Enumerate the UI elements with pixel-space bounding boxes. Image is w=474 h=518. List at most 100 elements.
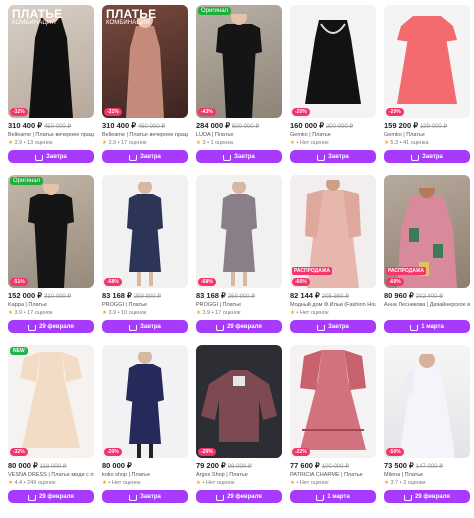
discount-badge: -60% (292, 278, 310, 286)
add-to-cart-button[interactable]: 29 февраля (384, 490, 470, 503)
add-to-cart-button[interactable]: 1 марта (384, 320, 470, 333)
product-image[interactable]: РАСПРОДАЖА -60% (290, 175, 376, 288)
cart-icon (216, 324, 225, 331)
sale-badge: РАСПРОДАЖА (292, 267, 332, 275)
add-to-cart-button[interactable]: Завтра (8, 150, 94, 163)
add-to-cart-button[interactable]: 29 февраля (8, 320, 94, 333)
price: 310 400 ₽450 000 ₽ (8, 121, 72, 130)
add-to-cart-button[interactable]: 29 февраля (8, 490, 94, 503)
product-card[interactable]: -20% 160 000 ₽200 000 ₽ Gemko | Платье ★… (290, 5, 376, 163)
original-badge: Оригинал (198, 7, 232, 15)
product-title[interactable]: Argos Shop | Платье (196, 472, 282, 478)
product-image[interactable]: -20% (290, 5, 376, 118)
add-to-cart-button[interactable]: Завтра (196, 150, 282, 163)
cart-icon (129, 494, 138, 501)
star-icon: ★ (102, 140, 107, 146)
rating: ★ • Нет оценок (290, 310, 329, 316)
product-card[interactable]: -50% 73 500 ₽147 000 ₽ Milena | Платье ★… (384, 345, 470, 503)
rating: ★ 3.7 • 3 оценки (384, 480, 426, 486)
product-card[interactable]: -20% 159 200 ₽199 000 ₽ Gemko | Платье ★… (384, 5, 470, 163)
product-row: Оригинал -51% 152 000 ₽310 000 ₽ Kappa |… (8, 175, 470, 333)
add-to-cart-button[interactable]: 1 марта (290, 490, 376, 503)
add-to-cart-button[interactable]: Завтра (102, 320, 188, 333)
product-card[interactable]: РАСПРОДАЖА -60% 82 144 ₽205 360 ₽ Модный… (290, 175, 376, 333)
product-image[interactable]: NEW -32% (8, 345, 94, 458)
product-card[interactable]: -22% 77 600 ₽100 000 ₽ PATRICIA CHARME |… (290, 345, 376, 503)
product-card[interactable]: NEW -32% 80 000 ₽118 000 ₽ VESNA DRESS |… (8, 345, 94, 503)
add-to-cart-button[interactable]: Завтра (102, 150, 188, 163)
add-to-cart-button[interactable]: Завтра (102, 490, 188, 503)
product-card[interactable]: РАСПРОДАЖА -60% 80 960 ₽202 400 ₽ Анна Л… (384, 175, 470, 333)
product-title[interactable]: Gemko | Платье (384, 132, 470, 138)
rating (384, 310, 470, 317)
price: 80 960 ₽202 400 ₽ (384, 291, 443, 300)
product-card[interactable]: ПЛАТЬЕ КОМБИНАЦИЯ -31% 310 400 ₽450 000 ₽… (102, 5, 188, 163)
product-title[interactable]: VESNA DRESS | Платье миди с открыт... (8, 472, 94, 478)
product-image[interactable]: -20% (102, 345, 188, 458)
product-title[interactable]: Kappa | Платье (8, 302, 94, 308)
cart-icon (35, 154, 44, 161)
rating: ★ • Нет оценок (102, 480, 141, 486)
product-card[interactable]: ПЛАТЬЕ КОМБИНАЦИЯ -32% 310 400 ₽450 000 ₽… (8, 5, 94, 163)
product-title[interactable]: koko shop | Платье (102, 472, 188, 478)
product-image[interactable]: -22% (290, 345, 376, 458)
product-title[interactable]: LUDA | Платье (196, 132, 282, 138)
product-image[interactable]: ПЛАТЬЕ КОМБИНАЦИЯ -31% (102, 5, 188, 118)
product-card[interactable]: -20% 80 000 ₽ koko shop | Платье ★ • Нет… (102, 345, 188, 503)
rating: ★ • Нет оценок (196, 480, 235, 486)
product-image[interactable]: ПЛАТЬЕ КОМБИНАЦИЯ -32% (8, 5, 94, 118)
add-to-cart-button[interactable]: Завтра (384, 150, 470, 163)
cart-icon (223, 154, 232, 161)
product-image[interactable]: -20% (384, 5, 470, 118)
cart-icon (28, 324, 37, 331)
product-title[interactable]: Gemko | Платье (290, 132, 376, 138)
add-to-cart-button[interactable]: 29 февраля (196, 490, 282, 503)
discount-badge: -32% (10, 108, 28, 116)
price: 83 168 ₽259 900 ₽ (196, 291, 255, 300)
product-card[interactable]: -68% 83 168 ₽259 900 ₽ PROGGI | Платье ★… (196, 175, 282, 333)
product-title[interactable]: PATRICIA CHARME | Платье (290, 472, 376, 478)
product-image[interactable]: РАСПРОДАЖА -60% (384, 175, 470, 288)
price: 160 000 ₽200 000 ₽ (290, 121, 354, 130)
new-badge: NEW (10, 347, 28, 355)
product-title[interactable]: Модный дом Ф.Ильи (Fashion House ty... (290, 302, 376, 308)
discount-badge: -20% (104, 448, 122, 456)
product-title[interactable]: Belleame | Платье вечернее праздничн... (102, 132, 188, 138)
add-to-cart-button[interactable]: Завтра (290, 320, 376, 333)
product-image[interactable]: Оригинал -43% (196, 5, 282, 118)
product-title[interactable]: Анна Лесникова | Дизайнерское вечерн... (384, 302, 470, 308)
star-icon: ★ (196, 480, 201, 486)
discount-badge: -22% (292, 448, 310, 456)
product-title[interactable]: PROGGI | Платье (196, 302, 282, 308)
product-image[interactable]: -20% (196, 345, 282, 458)
discount-badge: -20% (292, 108, 310, 116)
rating: ★ 3.9 • 17 оценок (8, 310, 53, 316)
product-title[interactable]: Milena | Платье (384, 472, 470, 478)
product-grid: ПЛАТЬЕ КОМБИНАЦИЯ -32% 310 400 ₽450 000 ₽… (8, 5, 470, 515)
cart-icon (404, 494, 413, 501)
product-card[interactable]: -20% 79 200 ₽99 000 ₽ Argos Shop | Плать… (196, 345, 282, 503)
discount-badge: -51% (10, 278, 28, 286)
discount-badge: -31% (104, 108, 122, 116)
price: 82 144 ₽205 360 ₽ (290, 291, 349, 300)
product-card[interactable]: Оригинал -43% 284 000 ₽500 000 ₽ LUDA | … (196, 5, 282, 163)
product-image[interactable]: -50% (384, 345, 470, 458)
product-title[interactable]: Belleame | Платье вечернее праздничн... (8, 132, 94, 138)
rating: ★ 3 • 1 оценка (196, 140, 233, 146)
cart-icon (411, 154, 420, 161)
product-title[interactable]: PROGGI | Платье (102, 302, 188, 308)
product-image[interactable]: -68% (102, 175, 188, 288)
cart-icon (410, 324, 419, 331)
product-card[interactable]: Оригинал -51% 152 000 ₽310 000 ₽ Kappa |… (8, 175, 94, 333)
product-image[interactable]: -68% (196, 175, 282, 288)
star-icon: ★ (384, 140, 389, 146)
rating: ★ 3.9 • 13 оценок (8, 140, 53, 146)
cart-icon (316, 494, 325, 501)
star-icon: ★ (196, 140, 201, 146)
cart-icon (28, 494, 37, 501)
add-to-cart-button[interactable]: 29 февраля (196, 320, 282, 333)
star-icon: ★ (290, 140, 295, 146)
add-to-cart-button[interactable]: Завтра (290, 150, 376, 163)
product-image[interactable]: Оригинал -51% (8, 175, 94, 288)
product-card[interactable]: -68% 83 168 ₽259 900 ₽ PROGGI | Платье ★… (102, 175, 188, 333)
